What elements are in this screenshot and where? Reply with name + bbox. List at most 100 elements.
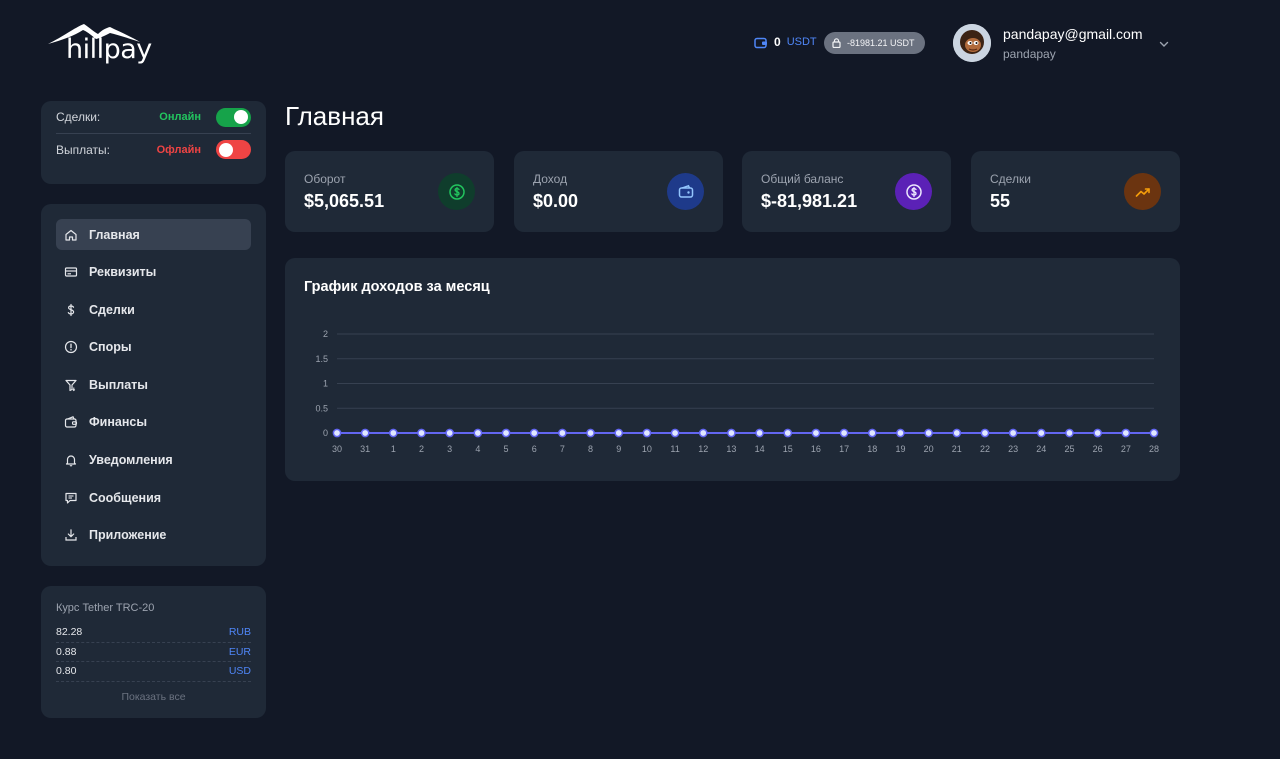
sidebar-item-requisites[interactable]: Реквизиты bbox=[56, 257, 251, 288]
sidebar-item-label: Реквизиты bbox=[89, 265, 157, 280]
lock-icon bbox=[832, 38, 841, 48]
data-point bbox=[867, 428, 877, 438]
sidebar-item-label: Приложение bbox=[89, 528, 167, 543]
wallet-icon bbox=[678, 184, 693, 198]
wallet-currency: USDT bbox=[786, 36, 817, 48]
message-icon bbox=[65, 492, 77, 504]
sidebar-item-deals[interactable]: Сделки bbox=[56, 294, 251, 325]
x-tick-label: 18 bbox=[867, 444, 877, 454]
stat-label: Сделки bbox=[990, 172, 1031, 186]
dollar-circle-icon bbox=[905, 183, 922, 200]
payouts-toggle[interactable] bbox=[216, 140, 251, 159]
data-point bbox=[1065, 428, 1074, 438]
data-point bbox=[445, 428, 455, 438]
x-tick-label: 17 bbox=[839, 444, 849, 454]
wallet-amount: 0 bbox=[774, 35, 781, 49]
rate-value: 0.88 bbox=[56, 645, 77, 658]
dollar-circle-icon bbox=[448, 183, 465, 200]
data-point bbox=[755, 428, 764, 438]
sidebar-item-label: Сделки bbox=[89, 302, 135, 317]
x-tick-label: 25 bbox=[1064, 444, 1074, 454]
data-point bbox=[388, 428, 398, 438]
data-point bbox=[1008, 428, 1018, 438]
x-tick-label: 4 bbox=[475, 444, 480, 454]
toggle-knob bbox=[234, 110, 248, 124]
sidebar-item-messages[interactable]: Сообщения bbox=[56, 482, 251, 513]
stat-card-turnover: Оборот $5,065.51 bbox=[285, 151, 494, 232]
payouts-status-label: Выплаты: bbox=[56, 142, 110, 157]
rate-row: 0.80 USD bbox=[56, 662, 251, 682]
user-menu-button[interactable] bbox=[1158, 37, 1170, 55]
payouts-status-row: Выплаты: Офлайн bbox=[56, 133, 251, 165]
rates-panel: Курс Tether TRC-20 82.28 RUB 0.88 EUR 0.… bbox=[41, 586, 266, 718]
user-name: pandapay bbox=[1003, 47, 1056, 61]
data-point bbox=[811, 428, 821, 438]
x-tick-label: 1 bbox=[391, 444, 396, 454]
x-tick-label: 6 bbox=[532, 444, 537, 454]
x-tick-label: 20 bbox=[924, 444, 934, 454]
sidebar-item-notifications[interactable]: Уведомления bbox=[56, 445, 251, 476]
data-point bbox=[896, 428, 905, 438]
alert-circle-icon bbox=[64, 341, 78, 354]
y-tick-label: 0 bbox=[323, 428, 328, 438]
stat-card-total-balance: Общий баланс $-81,981.21 bbox=[742, 151, 951, 232]
sidebar-item-label: Финансы bbox=[89, 415, 148, 430]
sidebar-item-home[interactable]: Главная bbox=[56, 219, 251, 250]
sidebar-item-label: Споры bbox=[89, 340, 132, 355]
sidebar-item-finance[interactable]: Финансы bbox=[56, 407, 251, 438]
data-point bbox=[417, 428, 426, 438]
data-point bbox=[1121, 428, 1131, 438]
x-tick-label: 3 bbox=[447, 444, 452, 454]
data-point bbox=[558, 428, 567, 438]
data-point bbox=[924, 428, 933, 438]
income-chart: 00.511.5230 31 1 2 3 4 5 6 7 8 9 10 11 12 13 14 15 16 17 18… bbox=[315, 329, 1159, 454]
y-tick-label: 2 bbox=[323, 329, 328, 339]
x-tick-label: 8 bbox=[588, 444, 593, 454]
card-icon bbox=[64, 267, 78, 277]
download-icon bbox=[65, 529, 77, 541]
bell-icon bbox=[65, 455, 77, 467]
stat-label: Общий баланс bbox=[761, 172, 844, 186]
x-tick-label: 10 bbox=[642, 444, 652, 454]
x-tick-label: 19 bbox=[895, 444, 905, 454]
stat-value: 55 bbox=[990, 191, 1011, 211]
data-point bbox=[642, 428, 652, 438]
sidebar-item-app[interactable]: Приложение bbox=[56, 520, 251, 551]
payouts-status-value: Офлайн bbox=[156, 143, 201, 156]
wallet-balance[interactable]: 0 USDT bbox=[754, 35, 817, 49]
stat-icon-badge bbox=[1124, 173, 1161, 210]
y-tick-label: 1 bbox=[323, 379, 328, 389]
toggle-knob bbox=[219, 142, 233, 157]
rates-title: Курс Tether TRC-20 bbox=[56, 602, 155, 614]
y-tick-label: 1.5 bbox=[315, 354, 328, 364]
x-tick-label: 21 bbox=[952, 444, 962, 454]
logo-text: hillpay bbox=[66, 34, 152, 65]
rate-currency: USD bbox=[228, 665, 251, 678]
show-all-rates-link[interactable]: Показать все bbox=[56, 691, 251, 703]
data-point bbox=[586, 428, 595, 438]
status-panel: Сделки: Онлайн Выплаты: Офлайн bbox=[41, 101, 266, 184]
sidebar-item-payouts[interactable]: Выплаты bbox=[56, 369, 251, 400]
sidebar-item-label: Выплаты bbox=[89, 377, 148, 392]
avatar[interactable] bbox=[953, 24, 991, 62]
payout-icon bbox=[65, 379, 77, 392]
logo[interactable]: hillpay bbox=[46, 22, 152, 66]
x-tick-label: 2 bbox=[419, 444, 424, 454]
x-tick-label: 30 bbox=[332, 444, 342, 454]
trending-up-icon bbox=[1135, 187, 1150, 197]
page-title: Главная bbox=[285, 101, 384, 131]
data-point bbox=[332, 428, 342, 438]
user-email[interactable]: pandapay@gmail.com bbox=[1003, 26, 1143, 42]
x-tick-label: 31 bbox=[360, 444, 370, 454]
deals-status-row: Сделки: Онлайн bbox=[56, 101, 251, 133]
deals-status-value: Онлайн bbox=[159, 111, 201, 123]
wallet-icon bbox=[754, 37, 767, 48]
x-tick-label: 28 bbox=[1149, 444, 1159, 454]
deals-toggle[interactable] bbox=[216, 107, 251, 127]
data-point bbox=[980, 428, 990, 438]
sidebar-item-label: Уведомления bbox=[89, 453, 173, 468]
avatar-image-icon bbox=[953, 24, 991, 62]
sidebar-item-disputes[interactable]: Споры bbox=[56, 332, 251, 363]
x-tick-label: 9 bbox=[616, 444, 621, 454]
data-point bbox=[1149, 428, 1159, 438]
